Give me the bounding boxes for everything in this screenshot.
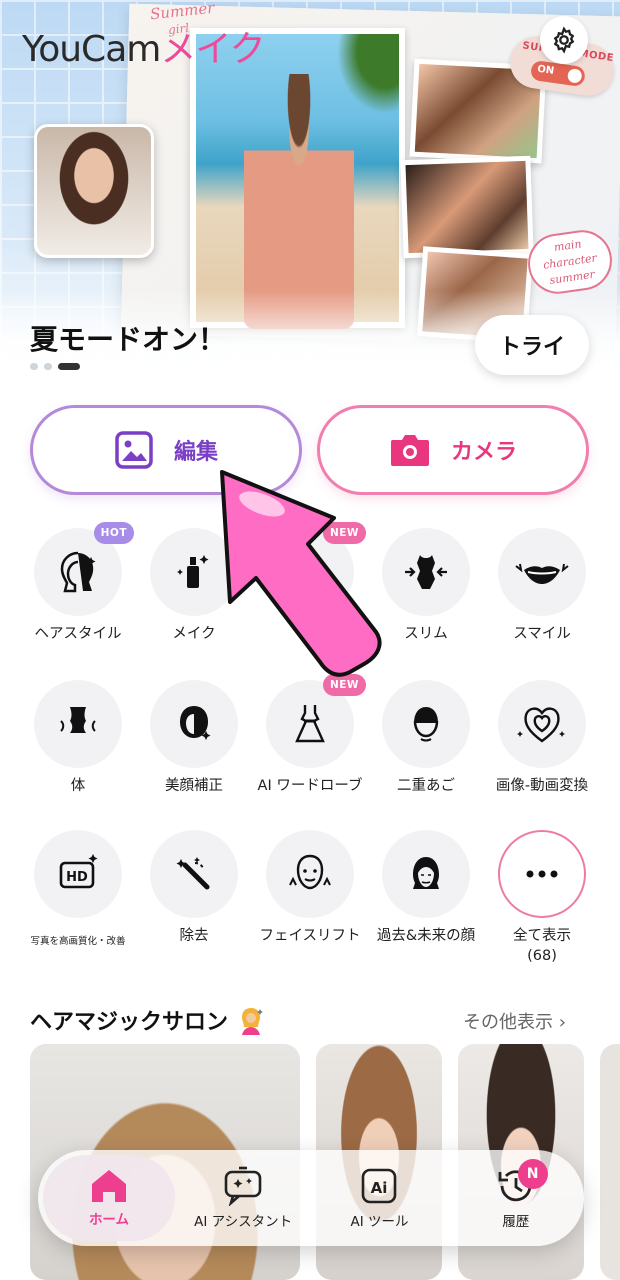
settings-button[interactable] [540,16,588,64]
aging-icon [413,857,439,889]
feature-remove[interactable]: 除去 [136,830,252,946]
svg-text:Ai: Ai [371,1179,388,1197]
photo-gallery-icon [115,431,153,469]
summer-mode-switch: ON [529,59,587,88]
nav-ai-tools[interactable]: Ai AI ツール [311,1155,447,1241]
hero-banner[interactable]: Summer girl SUMMER MODE ON main characte… [0,0,620,392]
feature-label: 画像-動画変換 [495,778,589,794]
feature-label: 美顔補正 [165,778,223,794]
nav-label: 履歴 [502,1214,530,1230]
hd-icon: HD [59,854,98,889]
svg-text:HD: HD [66,870,88,885]
user-avatar-photo [34,124,154,258]
nav-history[interactable]: 履歴 N [448,1155,584,1241]
hair-style-card[interactable] [600,1044,620,1280]
carousel-dot [44,363,52,370]
pointer-arrow [220,470,382,677]
feature-label: 二重あご [397,778,455,794]
feature-label: AI ワードローブ [257,778,363,794]
feature-photo-to-video[interactable]: 画像-動画変換 [484,680,600,796]
feature-label: スマイル [513,626,571,642]
nav-label: ホーム [88,1212,130,1228]
facelift-icon [289,854,331,890]
feature-label: ヘアスタイル [34,626,122,642]
try-button[interactable]: トライ [475,315,589,375]
feature-hairstyle[interactable]: HOT ヘアスタイル [20,522,136,644]
hot-badge: HOT [93,522,134,544]
feature-label: 体 [70,778,86,794]
more-icon [526,870,558,878]
ai-assistant-icon [224,1166,262,1206]
camera-label: カメラ [450,440,517,465]
gear-icon [553,26,575,54]
dress-icon [295,705,325,743]
feature-label: 全て表示 (68) [513,928,571,964]
see-more-link[interactable]: その他表示 › [463,1008,566,1034]
polaroid-photo [400,155,534,259]
nav-label: AI ツール [350,1214,409,1230]
smile-icon [515,563,569,584]
notification-badge: N [517,1159,548,1189]
feature-label: フェイスリフト [259,928,361,944]
double-chin-icon [413,707,439,742]
nav-label: AI アシスタント [194,1214,293,1230]
feature-label: 写真を高画質化・改善 [30,936,126,947]
feature-show-all[interactable]: 全て表示 (68) [484,830,600,966]
beach-photo [190,28,405,329]
photo-to-video-icon [517,707,565,743]
carousel-dot [30,363,38,370]
carousel-indicator [30,363,80,370]
slim-icon [405,555,447,589]
feature-aging[interactable]: 過去&未来の顔 [368,830,484,946]
carousel-dot-active [58,363,80,370]
section-title: ヘアマジックサロン [30,1004,266,1036]
feature-hd-enhance[interactable]: HD 写真を高画質化・改善 [20,830,136,952]
remove-icon [176,857,210,890]
hair-icon [60,551,96,593]
feature-body[interactable]: 体 [20,680,136,796]
hair-salon-emoji-icon [241,1008,263,1035]
feature-smile[interactable]: スマイル [484,528,600,644]
bottom-navigation: ホーム AI アシスタント Ai AI ツール 履歴 N [38,1150,584,1246]
ai-tools-icon: Ai [362,1168,397,1204]
nav-home[interactable]: ホーム [43,1155,175,1241]
home-icon [92,1170,126,1202]
feature-facelift[interactable]: フェイスリフト [252,830,368,946]
app-logo: YouCamメイク [22,29,266,70]
feature-label: 過去&未来の顔 [376,928,476,944]
body-icon [60,707,96,733]
nav-ai-assistant[interactable]: AI アシスタント [175,1155,311,1241]
beauty-icon [180,706,211,740]
feature-label: 除去 [179,928,209,944]
hero-title: 夏モードオン！ [30,323,227,356]
